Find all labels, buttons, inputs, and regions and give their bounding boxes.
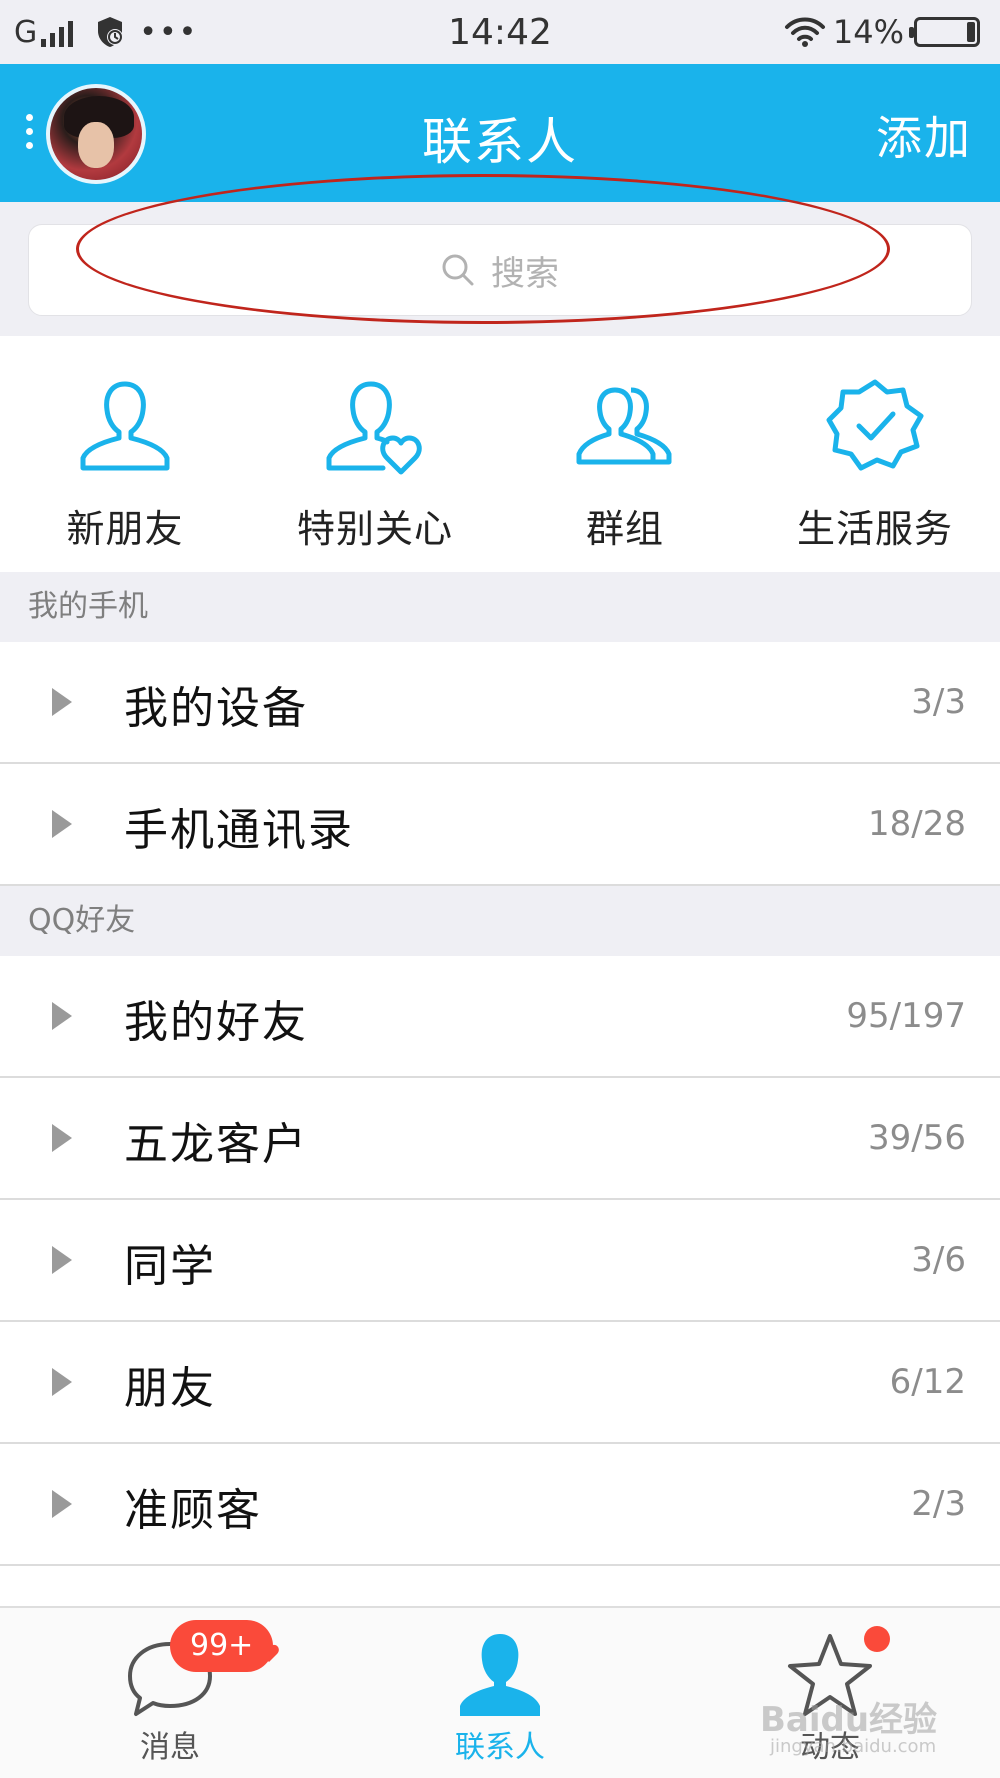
quick-entry-life-services[interactable]: 生活服务 xyxy=(750,336,1000,572)
quick-entries: 新朋友 特别关心 群组 生活服务 xyxy=(0,336,1000,572)
group-count: 2/3 xyxy=(911,1484,966,1524)
expand-arrow-icon xyxy=(52,1124,72,1152)
quick-entry-label: 生活服务 xyxy=(796,507,953,551)
battery-icon xyxy=(909,17,980,47)
battery-percent: 14% xyxy=(832,13,904,51)
quick-entry-groups[interactable]: 群组 xyxy=(500,336,750,572)
search-icon xyxy=(442,254,474,286)
group-name: 五龙客户 xyxy=(124,1119,308,1170)
group-name: 朋友 xyxy=(124,1363,216,1414)
group-row-prospects[interactable]: 准顾客 2/3 xyxy=(0,1444,1000,1566)
search-placeholder: 搜索 xyxy=(491,253,559,294)
quick-entry-label: 新朋友 xyxy=(66,507,184,551)
group-count: 39/56 xyxy=(868,1118,966,1158)
quick-entry-label: 群组 xyxy=(585,507,664,551)
group-name: 准顾客 xyxy=(124,1485,262,1536)
quick-entry-new-friends[interactable]: 新朋友 xyxy=(0,336,250,572)
status-right: 14% xyxy=(783,12,980,52)
group-count: 3/3 xyxy=(911,682,966,722)
group-name: 我的好友 xyxy=(124,997,308,1048)
badge-check-icon xyxy=(826,379,924,471)
group-name: 同学 xyxy=(124,1241,216,1292)
group-row-my-friends[interactable]: 我的好友 95/197 xyxy=(0,956,1000,1078)
new-feed-dot xyxy=(864,1626,890,1652)
expand-arrow-icon xyxy=(52,1246,72,1274)
group-count: 95/197 xyxy=(846,996,966,1036)
add-button[interactable]: 添加 xyxy=(876,102,972,168)
group-name: 手机通讯录 xyxy=(124,805,354,856)
battery-fill xyxy=(967,22,975,42)
group-row-wulong-clients[interactable]: 五龙客户 39/56 xyxy=(0,1078,1000,1200)
wifi-icon xyxy=(784,17,825,47)
quick-entry-label: 特别关心 xyxy=(296,507,453,551)
person-heart-icon xyxy=(326,381,422,475)
tab-label: 消息 xyxy=(140,1730,200,1765)
status-bar: G ••• 14:42 14% xyxy=(0,0,1000,64)
group-count: 18/28 xyxy=(868,804,966,844)
expand-arrow-icon xyxy=(52,810,72,838)
watermark: Baidu经验 xyxy=(760,1700,938,1740)
group-name: 我的设备 xyxy=(124,683,308,734)
section-header-my-phone: 我的手机 xyxy=(0,572,1000,642)
person-icon xyxy=(80,381,170,471)
top-bar: 联系人 添加 xyxy=(0,64,1000,202)
watermark-url: jingyan.baidu.com xyxy=(770,1736,937,1757)
expand-arrow-icon xyxy=(52,1490,72,1518)
tab-contacts[interactable]: 联系人 xyxy=(380,1608,620,1778)
search-input[interactable]: 搜索 xyxy=(28,224,972,316)
expand-arrow-icon xyxy=(52,1368,72,1396)
group-row-my-devices[interactable]: 我的设备 3/3 xyxy=(0,642,1000,764)
group-row-friends[interactable]: 朋友 6/12 xyxy=(0,1322,1000,1444)
expand-arrow-icon xyxy=(52,1002,72,1030)
group-icon xyxy=(576,387,672,465)
group-row-phone-contacts[interactable]: 手机通讯录 18/28 xyxy=(0,764,1000,886)
page-title: 联系人 xyxy=(422,113,578,171)
expand-arrow-icon xyxy=(52,688,72,716)
badge-heart-icon xyxy=(259,1644,279,1662)
section-header-qq-friends: QQ好友 xyxy=(0,886,1000,956)
search-area: 搜索 xyxy=(0,202,1000,336)
tab-label: 联系人 xyxy=(455,1730,545,1765)
bottom-tab-bar: 消息 99+ 联系人 动态 Baidu经验 jingyan.baidu.com xyxy=(0,1606,1000,1778)
group-count: 6/12 xyxy=(889,1362,966,1402)
group-row-classmates[interactable]: 同学 3/6 xyxy=(0,1200,1000,1322)
group-count: 3/6 xyxy=(911,1240,966,1280)
quick-entry-special-care[interactable]: 特别关心 xyxy=(250,336,500,572)
contact-person-icon xyxy=(460,1634,540,1716)
